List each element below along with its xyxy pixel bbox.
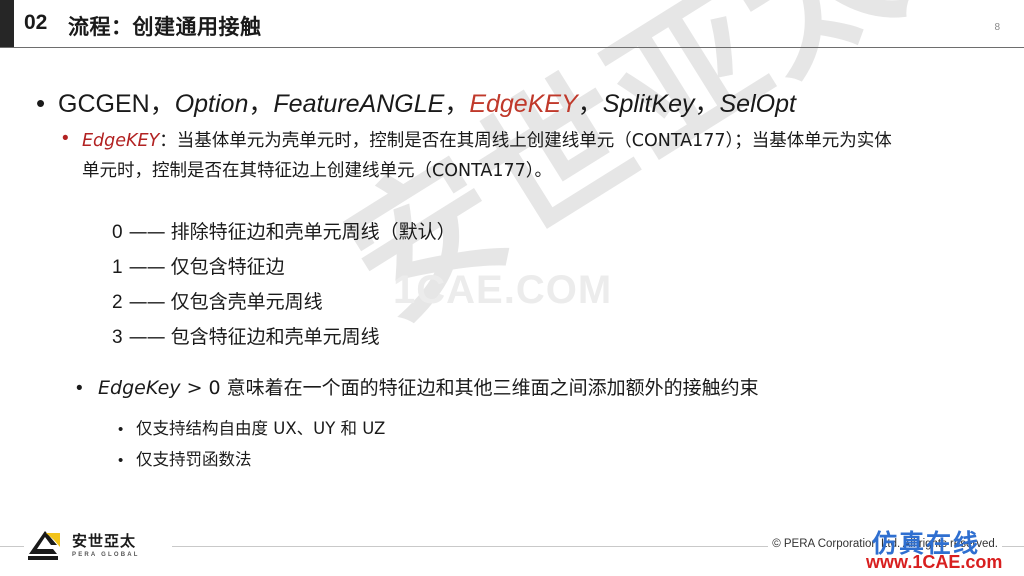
sep-3: ，: [444, 90, 470, 118]
arg-edgekey: EdgeKEY: [469, 90, 578, 118]
edgekey-term: EdgeKEY: [82, 131, 160, 151]
slide-canvas: 安世亚太 1CAE.COM 02 流程：创建通用接触 8 • GCGEN，Opt…: [0, 0, 1024, 576]
page-title: 流程：创建通用接触: [68, 15, 262, 39]
header-divider: [0, 47, 1024, 48]
edgekey-description-bullet: • EdgeKEY：当基体单元为壳单元时，控制是否在其周线上创建线单元（CONT…: [62, 126, 892, 186]
arg-splitkey: SplitKey: [602, 90, 695, 118]
note-child-penalty: • 仅支持罚函数法: [118, 446, 252, 470]
edgekey-description-text: EdgeKEY：当基体单元为壳单元时，控制是否在其周线上创建线单元（CONTA1…: [82, 126, 892, 186]
edgekey-note-term: EdgeKey: [98, 377, 181, 399]
logo-wordmark: 安世亞太 PERA GLOBAL: [72, 532, 140, 559]
bullet-glyph: •: [118, 452, 124, 469]
option-dash: ——: [128, 221, 166, 243]
bullet-glyph: •: [76, 378, 83, 399]
arg-gcgen: GCGEN: [58, 90, 150, 118]
edgekey-value-list: 0 —— 排除特征边和壳单元周线（默认） 1 —— 仅包含特征边 2 —— 仅包…: [112, 215, 456, 355]
option-dash: ——: [128, 256, 166, 278]
option-dash: ——: [128, 326, 166, 348]
arg-featureangle: FeatureANGLE: [273, 90, 445, 118]
arg-selopt: SelOpt: [719, 90, 796, 118]
option-desc: 包含特征边和壳单元周线: [170, 326, 380, 348]
slide-footer: 安世亞太 PERA GLOBAL © PERA Corporation Ltd.…: [0, 518, 1024, 576]
command-signature-bullet: • GCGEN，Option，FeatureANGLE，EdgeKEY，Spli…: [36, 84, 796, 120]
copyright-text: © PERA Corporation Ltd. All rights reser…: [768, 538, 1002, 550]
section-number: 02: [24, 11, 48, 34]
note-child-text: 仅支持结构自由度 UX、UY 和 UZ: [136, 419, 386, 438]
list-item: 2 —— 仅包含壳单元周线: [112, 285, 456, 320]
bullet-glyph: •: [118, 421, 124, 438]
list-item: 0 —— 排除特征边和壳单元周线（默认）: [112, 215, 456, 250]
bullet-glyph: •: [62, 128, 69, 149]
logo-chinese-name: 安世亞太: [72, 532, 137, 550]
option-value: 3: [112, 327, 123, 348]
slide-header: 02 流程：创建通用接触 8: [0, 0, 1024, 48]
option-desc: 仅包含壳单元周线: [170, 291, 323, 313]
list-item: 3 —— 包含特征边和壳单元周线: [112, 320, 456, 355]
edgekey-note-bullet: • EdgeKey > 0 意味着在一个面的特征边和其他三维面之间添加额外的接触…: [76, 373, 759, 400]
header-accent-tab: [0, 0, 14, 47]
edgekey-note-body: > 0 意味着在一个面的特征边和其他三维面之间添加额外的接触约束: [180, 377, 759, 399]
option-desc: 仅包含特征边: [170, 256, 285, 278]
command-signature-text: GCGEN，Option，FeatureANGLE，EdgeKEY，SplitK…: [58, 84, 796, 120]
option-value: 0: [112, 222, 123, 243]
sep-5: ，: [694, 90, 720, 118]
edgekey-note-text: EdgeKey > 0 意味着在一个面的特征边和其他三维面之间添加额外的接触约束: [98, 373, 759, 400]
option-dash: ——: [128, 291, 166, 313]
sep-4: ，: [577, 90, 603, 118]
arg-option: Option: [174, 90, 249, 118]
note-child-text: 仅支持罚函数法: [136, 450, 252, 469]
slide-body: • GCGEN，Option，FeatureANGLE，EdgeKEY，Spli…: [0, 48, 1024, 518]
sep-2: ，: [248, 90, 274, 118]
list-item: 1 —— 仅包含特征边: [112, 250, 456, 285]
option-desc: 排除特征边和壳单元周线（默认）: [170, 221, 456, 243]
page-number: 8: [994, 22, 1000, 33]
option-value: 2: [112, 292, 123, 313]
note-child-dof: • 仅支持结构自由度 UX、UY 和 UZ: [118, 415, 385, 439]
bullet-glyph: •: [36, 88, 46, 118]
sep-1: ，: [149, 90, 175, 118]
company-logo: 安世亞太 PERA GLOBAL: [24, 524, 172, 568]
edgekey-body: ：当基体单元为壳单元时，控制是否在其周线上创建线单元（CONTA177）；当基体…: [82, 131, 892, 181]
logo-english-name: PERA GLOBAL: [72, 552, 140, 558]
option-value: 1: [112, 257, 123, 278]
pera-global-logo-icon: [28, 531, 60, 560]
